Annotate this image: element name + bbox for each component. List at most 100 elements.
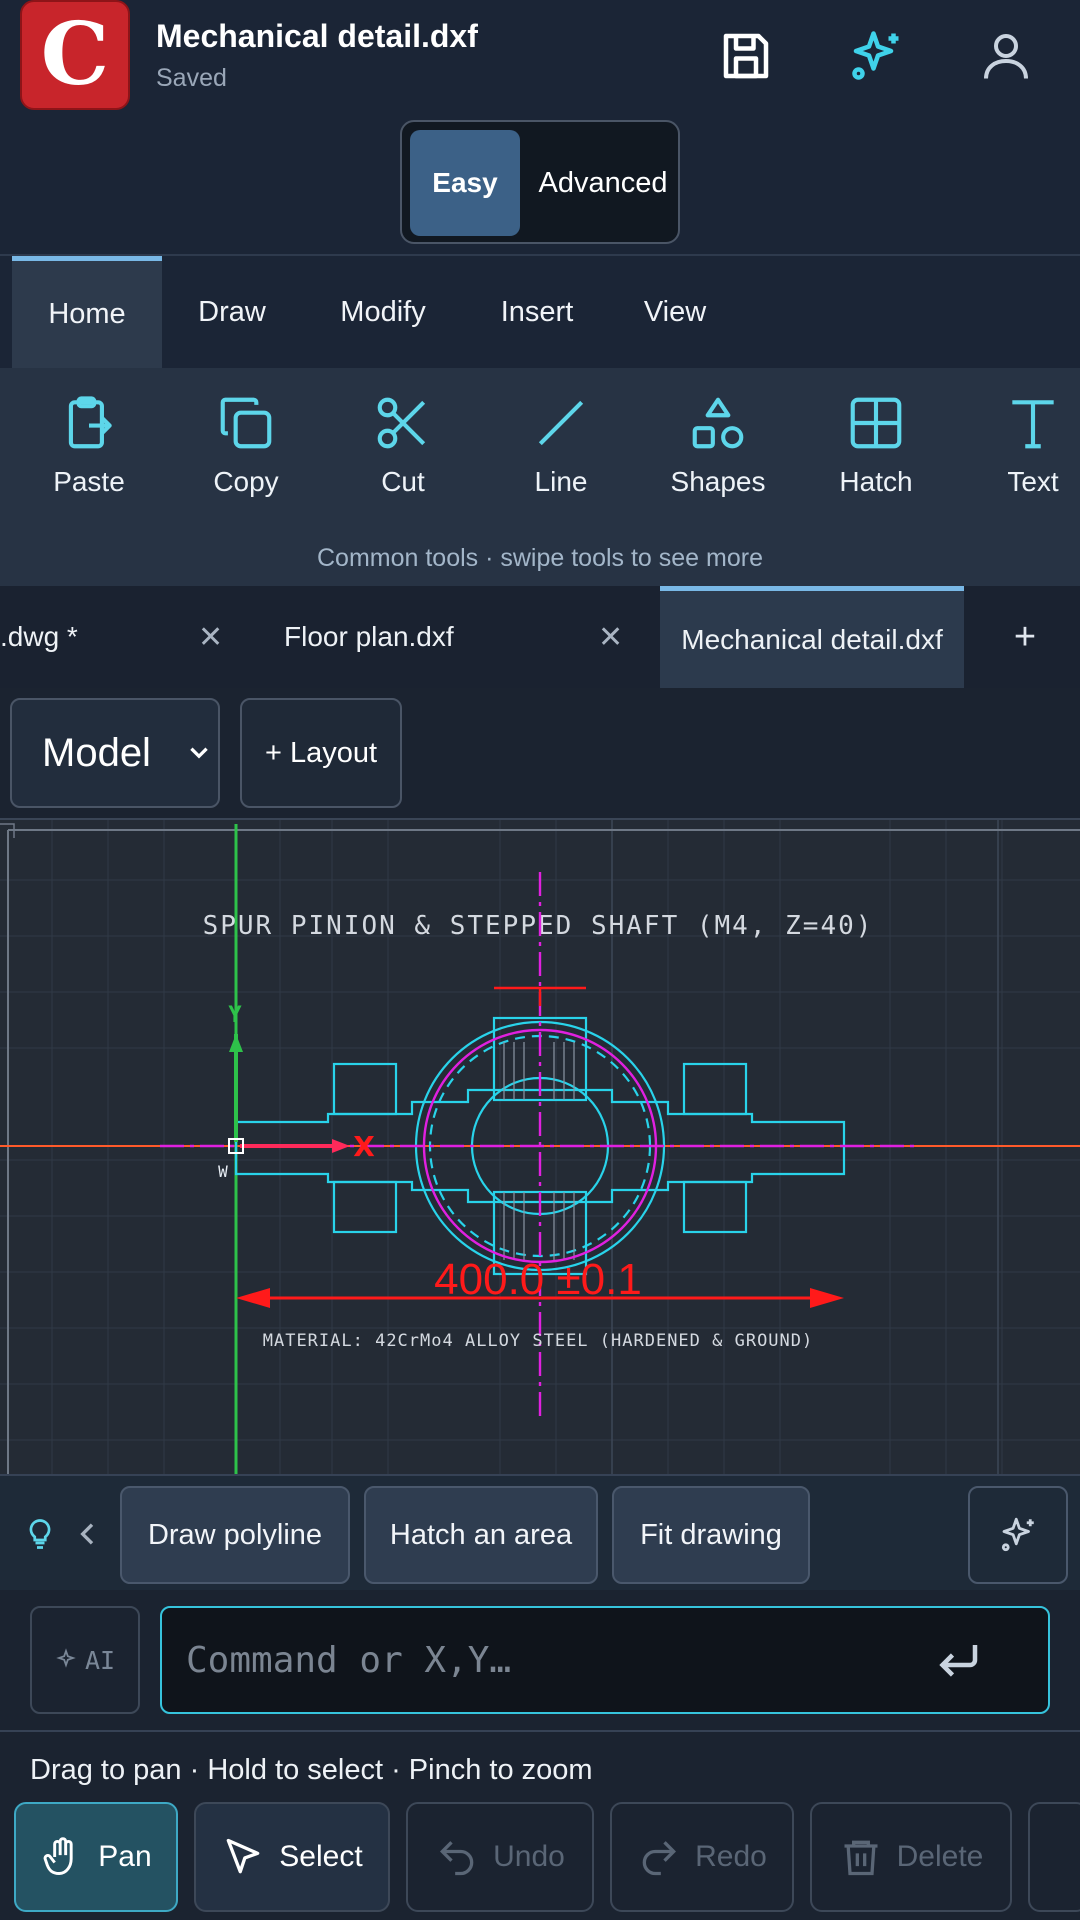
doc-tab-label: Floor plan.dxf xyxy=(284,621,454,652)
redo-label: Redo xyxy=(695,1840,767,1873)
redo-icon xyxy=(642,1841,677,1876)
sparkle-icon xyxy=(56,1648,76,1668)
tab-draw[interactable]: Draw xyxy=(180,256,284,368)
text-icon xyxy=(1012,400,1054,449)
ribbon-tools: Paste Copy Cut Line Shapes Hatch Text Co… xyxy=(0,368,1080,586)
ai-sparkle-icon[interactable] xyxy=(846,26,906,86)
tab-insert[interactable]: Insert xyxy=(486,256,588,368)
tool-paste[interactable]: Paste xyxy=(14,392,164,512)
drawing-svg[interactable]: SPUR PINION & STEPPED SHAFT (M4, Z=40) Y… xyxy=(0,820,1080,1476)
enter-icon[interactable] xyxy=(930,1630,990,1690)
chevron-left-icon[interactable] xyxy=(72,1518,104,1550)
document-title: Mechanical detail.dxf xyxy=(156,18,478,54)
suggestion-bar: Draw polyline Hatch an area Fit drawing xyxy=(0,1474,1080,1590)
sparkle-icon xyxy=(1001,1517,1034,1552)
tool-label: Shapes xyxy=(670,466,766,497)
command-bar: AI xyxy=(0,1590,1080,1732)
suggestion-fit-drawing[interactable]: Fit drawing xyxy=(612,1486,810,1584)
tool-label: Text xyxy=(1007,466,1059,497)
grid-icon xyxy=(850,397,902,449)
ai-toggle-label: AI xyxy=(84,1645,116,1675)
keyway-top-left xyxy=(332,1062,398,1116)
dimension-text: 400.0 ±0.1 xyxy=(434,1255,642,1304)
chevron-down-icon xyxy=(190,747,208,759)
doc-tab-floor-plan[interactable]: Floor plan.dxf ✕ xyxy=(284,586,628,688)
model-select[interactable]: Model xyxy=(10,698,220,808)
line-icon xyxy=(538,400,584,446)
app-logo: C xyxy=(20,0,130,110)
keyway-bottom-right xyxy=(682,1180,748,1234)
tool-label: Hatch xyxy=(839,466,913,497)
copy-icon xyxy=(220,397,272,449)
tool-label: Line xyxy=(534,466,588,497)
tolerance-marker xyxy=(494,986,586,1006)
paste-icon xyxy=(68,396,112,449)
more-tools-button[interactable] xyxy=(1028,1802,1080,1912)
ai-suggest-button[interactable] xyxy=(968,1486,1068,1584)
delete-label: Delete xyxy=(896,1840,984,1873)
doc-tab-mechanical-detail[interactable]: Mechanical detail.dxf xyxy=(660,586,964,688)
ribbon-tab-bar: Home Draw Modify Insert View xyxy=(0,256,1080,368)
ai-toggle-button[interactable]: AI xyxy=(30,1606,140,1714)
close-icon[interactable]: ✕ xyxy=(598,620,623,655)
gesture-hint: Drag to pan · Hold to select · Pinch to … xyxy=(30,1754,593,1786)
ucs-w-label: W xyxy=(218,1162,228,1181)
pan-button[interactable]: Pan xyxy=(14,1802,178,1912)
tool-label: Copy xyxy=(213,466,279,497)
add-layout-button[interactable]: + Layout xyxy=(240,698,402,808)
ucs-x-arrowhead xyxy=(332,1139,350,1153)
dimension-arrow-left xyxy=(236,1288,270,1308)
mode-toggle: Easy Advanced xyxy=(400,120,680,244)
redo-button[interactable]: Redo xyxy=(610,1802,794,1912)
tool-label: Paste xyxy=(53,466,125,497)
save-icon[interactable] xyxy=(716,26,776,86)
suggestion-hatch-area[interactable]: Hatch an area xyxy=(364,1486,598,1584)
layout-bar: Model + Layout xyxy=(0,688,1080,818)
doc-tab-dwg[interactable]: .dwg * ✕ xyxy=(0,586,236,688)
mode-easy-button[interactable]: Easy xyxy=(410,130,520,236)
ucs-x-label: X xyxy=(353,1130,375,1163)
lightbulb-icon xyxy=(29,1519,51,1549)
close-icon[interactable]: ✕ xyxy=(198,620,223,655)
document-tab-bar: .dwg * ✕ Floor plan.dxf ✕ Mechanical det… xyxy=(0,586,1080,688)
tool-shapes[interactable]: Shapes xyxy=(643,392,793,512)
tools-hint: Common tools · swipe tools to see more xyxy=(316,544,763,572)
mode-advanced-button[interactable]: Advanced xyxy=(528,130,678,236)
pan-label: Pan xyxy=(98,1840,152,1873)
doc-tab-label: .dwg * xyxy=(0,621,78,652)
command-input[interactable] xyxy=(160,1606,1050,1714)
cursor-icon xyxy=(226,1838,260,1874)
tool-line[interactable]: Line xyxy=(486,392,636,512)
add-tab-button[interactable]: + xyxy=(992,586,1058,688)
app-header: C Mechanical detail.dxf Saved Easy Advan… xyxy=(0,0,1080,256)
scissors-icon xyxy=(377,397,426,449)
tab-home[interactable]: Home xyxy=(12,256,162,368)
ucs-y-arrowhead xyxy=(229,1034,243,1052)
dimension-arrow-right xyxy=(810,1288,844,1308)
material-note: MATERIAL: 42CrMo4 ALLOY STEEL (HARDENED … xyxy=(263,1331,814,1351)
tool-cut[interactable]: Cut xyxy=(328,392,478,512)
drawing-canvas[interactable]: SPUR PINION & STEPPED SHAFT (M4, Z=40) Y… xyxy=(0,818,1080,1476)
tool-copy[interactable]: Copy xyxy=(171,392,321,512)
save-status: Saved xyxy=(156,64,227,92)
undo-button[interactable]: Undo xyxy=(406,1802,594,1912)
tool-label: Cut xyxy=(381,466,425,497)
suggestion-draw-polyline[interactable]: Draw polyline xyxy=(120,1486,350,1584)
shapes-icon xyxy=(692,397,744,449)
delete-button[interactable]: Delete xyxy=(810,1802,1012,1912)
user-icon[interactable] xyxy=(976,26,1036,86)
model-select-value: Model xyxy=(42,730,151,775)
select-label: Select xyxy=(279,1840,363,1873)
trash-icon xyxy=(844,1840,878,1876)
tab-modify[interactable]: Modify xyxy=(322,256,444,368)
ucs-y-label: Y xyxy=(228,1003,242,1028)
tool-hatch[interactable]: Hatch xyxy=(801,392,951,512)
select-button[interactable]: Select xyxy=(194,1802,390,1912)
hand-icon xyxy=(43,1837,73,1875)
undo-icon xyxy=(440,1841,474,1876)
tab-view[interactable]: View xyxy=(630,256,720,368)
keyway-bottom-left xyxy=(332,1180,398,1234)
tool-text[interactable]: Text xyxy=(958,392,1080,512)
undo-label: Undo xyxy=(493,1840,565,1873)
keyway-top-right xyxy=(682,1062,748,1116)
